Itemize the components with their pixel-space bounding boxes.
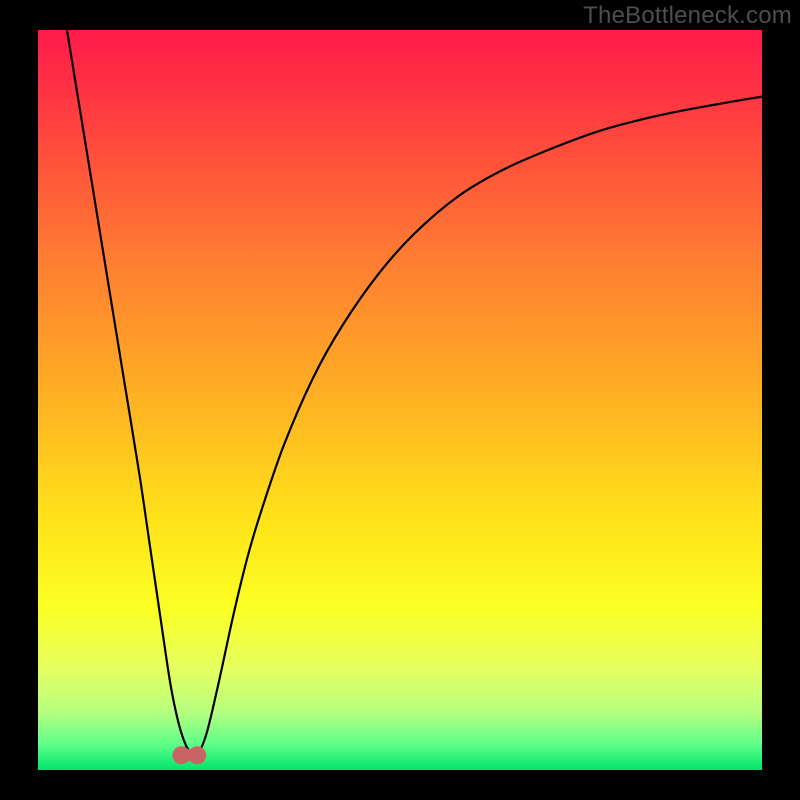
- plot-area: [38, 30, 762, 770]
- chart-frame: TheBottleneck.com: [0, 0, 800, 800]
- chart-svg: [38, 30, 762, 770]
- gradient-background: [38, 30, 762, 770]
- watermark-label: TheBottleneck.com: [583, 2, 792, 30]
